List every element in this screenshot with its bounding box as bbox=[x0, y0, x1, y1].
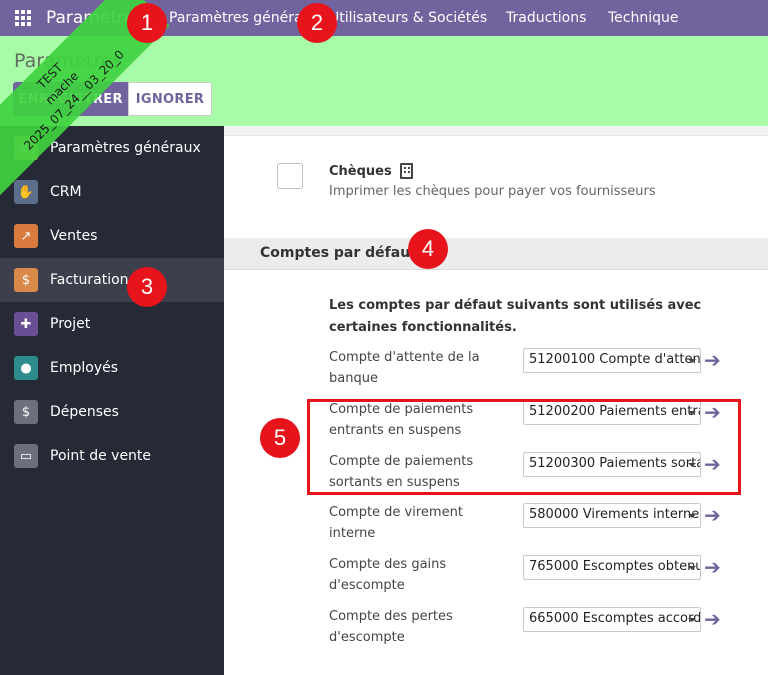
arrow-right-icon[interactable]: ➔ bbox=[704, 609, 724, 629]
caret-down-icon bbox=[688, 359, 696, 363]
account-select-discount-loss[interactable]: 665000 Escomptes accordés bbox=[523, 607, 701, 632]
account-label-discount-loss: Compte des pertes d'escompte bbox=[329, 609, 453, 645]
annotation-marker-2: 2 bbox=[297, 3, 337, 43]
sidebar-item-crm[interactable]: ✋ CRM bbox=[0, 170, 224, 214]
sidebar-item-facturation[interactable]: $ Facturation bbox=[0, 258, 224, 302]
sidebar-item-label: CRM bbox=[50, 184, 82, 200]
handshake-icon: ✋ bbox=[14, 180, 38, 204]
account-select-value: 665000 Escomptes accordés bbox=[529, 611, 701, 626]
account-select-internal-transfer[interactable]: 580000 Virements internes bbox=[523, 503, 701, 528]
menu-technique[interactable]: Technique bbox=[608, 10, 679, 26]
default-accounts-intro: Les comptes par défaut suivants sont uti… bbox=[329, 298, 702, 335]
cheques-title-text: Chèques bbox=[329, 163, 392, 179]
sidebar-item-label: Facturation bbox=[50, 272, 129, 288]
sidebar-item-employes[interactable]: ● Employés bbox=[0, 346, 224, 390]
account-label-bank-suspense: Compte d'attente de la banque bbox=[329, 350, 480, 386]
sidebar-item-point-de-vente[interactable]: ▭ Point de vente bbox=[0, 434, 224, 478]
sidebar-item-label: Paramètres généraux bbox=[50, 140, 201, 156]
arrow-right-icon[interactable]: ➔ bbox=[704, 505, 724, 525]
section-header-default-accounts: Comptes par défaut bbox=[224, 238, 768, 270]
cheques-description: Imprimer les chèques pour payer vos four… bbox=[329, 184, 656, 199]
highlight-box bbox=[307, 399, 741, 495]
expense-icon: $ bbox=[14, 400, 38, 424]
section-title: Comptes par défaut bbox=[260, 245, 417, 261]
caret-down-icon bbox=[688, 566, 696, 570]
caret-down-icon bbox=[688, 618, 696, 622]
pos-icon: ▭ bbox=[14, 444, 38, 468]
section-divider bbox=[224, 126, 768, 136]
invoice-icon: $ bbox=[14, 268, 38, 292]
settings-sidebar: ⚙ Paramètres généraux ✋ CRM ↗ Ventes $ F… bbox=[0, 126, 224, 675]
apps-menu-icon[interactable] bbox=[0, 0, 46, 36]
sidebar-item-label: Projet bbox=[50, 316, 91, 332]
menu-utilisateurs-societes[interactable]: Utilisateurs & Sociétés bbox=[329, 10, 487, 26]
caret-down-icon bbox=[688, 514, 696, 518]
sidebar-item-depenses[interactable]: $ Dépenses bbox=[0, 390, 224, 434]
account-select-bank-suspense[interactable]: 51200100 Compte d'attente bbox=[523, 348, 701, 373]
users-icon: ● bbox=[14, 356, 38, 380]
annotation-marker-1: 1 bbox=[127, 3, 167, 43]
account-label-discount-gain: Compte des gains d'escompte bbox=[329, 557, 447, 593]
arrow-right-icon[interactable]: ➔ bbox=[704, 350, 724, 370]
sidebar-item-label: Employés bbox=[50, 360, 119, 376]
sidebar-item-projet[interactable]: ✚ Projet bbox=[0, 302, 224, 346]
cheques-setting-title: Chèques bbox=[329, 163, 413, 179]
account-label-internal-transfer: Compte de virement interne bbox=[329, 505, 463, 541]
cheques-checkbox[interactable] bbox=[277, 163, 303, 189]
sidebar-item-ventes[interactable]: ↗ Ventes bbox=[0, 214, 224, 258]
annotation-marker-4: 4 bbox=[408, 229, 448, 269]
annotation-marker-5: 5 bbox=[260, 418, 300, 458]
account-select-discount-gain[interactable]: 765000 Escomptes obtenus bbox=[523, 555, 701, 580]
arrow-right-icon[interactable]: ➔ bbox=[704, 557, 724, 577]
account-select-value: 580000 Virements internes bbox=[529, 507, 701, 522]
account-select-value: 765000 Escomptes obtenus bbox=[529, 559, 701, 574]
menu-traductions[interactable]: Traductions bbox=[506, 10, 586, 26]
sidebar-item-label: Point de vente bbox=[50, 448, 152, 464]
chart-line-icon: ↗ bbox=[14, 224, 38, 248]
cancel-button[interactable]: IGNORER bbox=[128, 82, 212, 116]
sidebar-item-label: Ventes bbox=[50, 228, 98, 244]
annotation-marker-3: 3 bbox=[127, 267, 167, 307]
puzzle-icon: ✚ bbox=[14, 312, 38, 336]
account-select-value: 51200100 Compte d'attente bbox=[529, 352, 701, 367]
company-building-icon bbox=[399, 163, 413, 179]
sidebar-item-label: Dépenses bbox=[50, 404, 119, 420]
